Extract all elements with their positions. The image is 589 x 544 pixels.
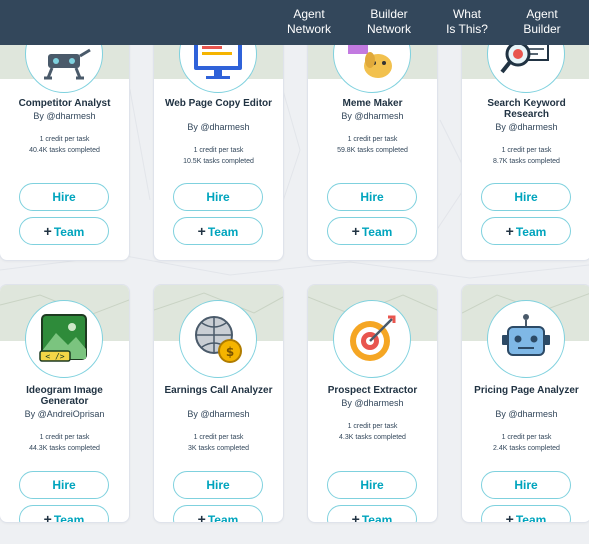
plus-icon: +: [197, 223, 206, 239]
plus-icon: +: [351, 223, 360, 239]
image-generator-icon: <_/>: [25, 300, 103, 378]
card-title: Web Page Copy Editor: [164, 98, 273, 109]
card-credit: 1 credit per task: [193, 434, 244, 441]
card-title: Meme Maker: [342, 98, 403, 109]
card-credit: 1 credit per task: [39, 434, 90, 441]
target-icon: [333, 300, 411, 378]
card-title: Pricing Page Analyzer: [474, 385, 579, 396]
hire-button[interactable]: Hire: [481, 183, 571, 211]
card-credit: 1 credit per task: [347, 136, 398, 143]
svg-text:$: $: [226, 345, 234, 359]
card-author: By @dharmesh: [495, 122, 558, 132]
team-label: Team: [207, 513, 239, 523]
add-team-button[interactable]: + Team: [327, 505, 417, 523]
team-label: Team: [361, 513, 393, 523]
team-label: Team: [515, 225, 547, 239]
card-credit: 1 credit per task: [39, 136, 90, 143]
nav-label-line1: Agent: [526, 7, 558, 21]
hire-button[interactable]: Hire: [173, 183, 263, 211]
card-tasks: 10.5K tasks completed: [183, 158, 254, 165]
card-author: By @dharmesh: [495, 409, 558, 419]
add-team-button[interactable]: + Team: [481, 505, 571, 523]
card-author: By @dharmesh: [187, 409, 250, 419]
nav-builder-network[interactable]: Builder Network: [362, 7, 416, 37]
plus-icon: +: [351, 511, 360, 523]
card-title: Earnings Call Analyzer: [164, 385, 273, 396]
card-credit: 1 credit per task: [193, 147, 244, 154]
card-tasks: 2.4K tasks completed: [493, 445, 560, 452]
plus-icon: +: [197, 511, 206, 523]
nav-agent-builder[interactable]: Agent Builder: [518, 7, 566, 37]
nav-label-line1: What: [452, 7, 481, 21]
nav-label-line1: Builder: [370, 7, 408, 21]
add-team-button[interactable]: + Team: [19, 217, 109, 245]
card-title: Ideogram Image Generator: [26, 385, 103, 407]
team-label: Team: [53, 225, 85, 239]
nav-label-line2: Is This?: [446, 22, 488, 36]
team-label: Team: [53, 513, 85, 523]
agent-card[interactable]: Competitor Analyst By @dharmesh 1 credit…: [0, 22, 130, 261]
card-author: By @dharmesh: [341, 398, 404, 408]
plus-icon: +: [43, 223, 52, 239]
nav-label-line2: Builder: [523, 22, 561, 36]
card-tasks: 3K tasks completed: [187, 445, 250, 452]
card-tasks: 59.8K tasks completed: [337, 147, 408, 154]
team-label: Team: [207, 225, 239, 239]
robot-head-icon: [487, 300, 565, 378]
card-title: Competitor Analyst: [18, 98, 111, 109]
top-nav-bar: Agent Network Builder Network What Is Th…: [0, 0, 589, 45]
hire-button[interactable]: Hire: [481, 471, 571, 499]
agent-card[interactable]: Web Page Copy Editor By @dharmesh 1 cred…: [153, 22, 284, 261]
agent-card[interactable]: Meme Maker By @dharmesh 1 credit per tas…: [307, 22, 438, 261]
hire-button[interactable]: Hire: [19, 183, 109, 211]
card-author: By @dharmesh: [187, 122, 250, 132]
team-label: Team: [515, 513, 547, 523]
card-author: By @dharmesh: [33, 111, 96, 121]
agent-card[interactable]: Search Keyword Research By @dharmesh 1 c…: [461, 22, 589, 261]
add-team-button[interactable]: + Team: [19, 505, 109, 523]
plus-icon: +: [505, 223, 514, 239]
card-title: Search Keyword Research: [487, 98, 566, 120]
card-tasks: 44.3K tasks completed: [29, 445, 100, 452]
svg-text:<_/>: <_/>: [45, 352, 64, 361]
hire-button[interactable]: Hire: [173, 471, 263, 499]
card-credit: 1 credit per task: [501, 434, 552, 441]
agent-card[interactable]: Prospect Extractor By @dharmesh 1 credit…: [307, 284, 438, 523]
nav-label-line2: Network: [286, 22, 331, 36]
add-team-button[interactable]: + Team: [173, 505, 263, 523]
card-tasks: 8.7K tasks completed: [493, 158, 560, 165]
agent-card[interactable]: <_/> Ideogram Image Generator By @Andrei…: [0, 284, 130, 523]
card-tasks: 4.3K tasks completed: [339, 434, 406, 441]
card-tasks: 40.4K tasks completed: [29, 147, 100, 154]
hire-button[interactable]: Hire: [327, 471, 417, 499]
nav-label-line1: Agent: [293, 7, 325, 21]
nav-what-is-this[interactable]: What Is This?: [442, 7, 492, 37]
plus-icon: +: [505, 511, 514, 523]
agent-card[interactable]: $ Earnings Call Analyzer By @dharmesh 1 …: [153, 284, 284, 523]
card-credit: 1 credit per task: [347, 423, 398, 430]
agent-card[interactable]: Pricing Page Analyzer By @dharmesh 1 cre…: [461, 284, 589, 523]
hire-button[interactable]: Hire: [327, 183, 417, 211]
add-team-button[interactable]: + Team: [481, 217, 571, 245]
card-author: By @AndreiOprisan: [24, 409, 105, 419]
add-team-button[interactable]: + Team: [327, 217, 417, 245]
card-credit: 1 credit per task: [501, 147, 552, 154]
add-team-button[interactable]: + Team: [173, 217, 263, 245]
globe-coin-icon: $: [179, 300, 257, 378]
nav-label-line2: Network: [366, 22, 411, 36]
team-label: Team: [361, 225, 393, 239]
hire-button[interactable]: Hire: [19, 471, 109, 499]
card-author: By @dharmesh: [341, 111, 404, 121]
nav-agent-network[interactable]: Agent Network: [284, 7, 334, 37]
card-title: Prospect Extractor: [327, 385, 418, 396]
plus-icon: +: [43, 511, 52, 523]
